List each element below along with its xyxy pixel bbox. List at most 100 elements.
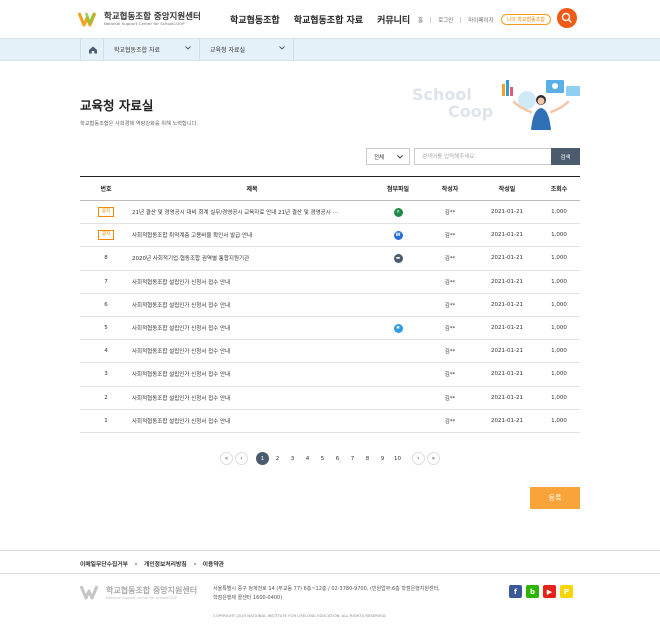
row-views: 1,000	[551, 325, 567, 332]
blog-icon[interactable]: b	[526, 585, 539, 598]
breadcrumb-depth2[interactable]: 교육청 자료실	[200, 39, 294, 60]
footer-link-privacy[interactable]: 개인정보처리방침	[144, 559, 187, 568]
row-views: 1,000	[551, 278, 567, 285]
row-writer: 김**	[444, 233, 456, 240]
footer-logo-subtitle: National Support Center for SchoolCOOP	[106, 595, 178, 600]
footer-link-email-policy[interactable]: 이메일무단수집거부	[80, 559, 128, 568]
home-link[interactable]: 홈	[418, 16, 423, 24]
page-number-button[interactable]: 5	[316, 452, 329, 465]
row-date: 2021-01-21	[491, 348, 523, 355]
pagination: « ‹ 1 2 3 4 5 6 7 8 9 10 › »	[220, 452, 442, 465]
row-writer: 김**	[444, 302, 456, 309]
page-number-button[interactable]: 2	[271, 452, 284, 465]
header-search-button[interactable]	[557, 8, 577, 28]
row-number: 5	[104, 325, 108, 332]
visual-watermark: School Coop	[412, 85, 494, 121]
folder-file-icon[interactable]: ▬	[393, 253, 403, 263]
facebook-icon[interactable]: f	[509, 585, 522, 598]
page-number-button[interactable]: 3	[286, 452, 299, 465]
table-row[interactable]: 공지 사회적협동조합 취약계층 고용비율 확인서 발급 안내 W 김** 2021-01…	[80, 224, 580, 248]
chevron-down-icon	[397, 155, 403, 159]
search-input[interactable]	[414, 148, 552, 165]
nav-item-school-coop-data[interactable]: 학교협동조합 자료	[294, 13, 363, 26]
table-body: 공지 21년 결산 및 경영공시 대비 회계 실무/경영공시 교육자료 안내 21…	[80, 201, 580, 433]
footer-copyright: COPYRIGHT 2019 NATIONAL INSTITUTE FOR LI…	[213, 613, 387, 618]
table-row[interactable]: 2 사회적협동조합 설립인가 신청서 접수 안내 김** 2021-01-21 1,00…	[80, 387, 580, 410]
breadcrumb-home[interactable]	[80, 39, 104, 60]
row-views: 1,000	[551, 209, 567, 216]
row-number: 7	[104, 278, 108, 285]
row-writer: 김**	[444, 395, 456, 402]
word-file-icon[interactable]: W	[393, 230, 403, 240]
row-views: 1,000	[551, 371, 567, 378]
row-title-link[interactable]: 2020년 사회적기업·협동조합 권역별 통합지원기관	[132, 254, 372, 262]
row-views: 1,000	[551, 348, 567, 355]
row-number: 6	[104, 301, 108, 308]
row-views: 1,000	[551, 255, 567, 262]
row-date: 2021-01-21	[491, 371, 523, 378]
prev-page-button[interactable]: ‹	[235, 452, 248, 465]
row-date: 2021-01-21	[491, 301, 523, 308]
header-title: 제목	[246, 186, 258, 193]
image-file-icon[interactable]: ✱	[393, 323, 403, 333]
row-title-link[interactable]: 사회적협동조합 설립인가 신청서 접수 안내	[132, 394, 372, 402]
table-row[interactable]: 7 사회적협동조합 설립인가 신청서 접수 안내 김** 2021-01-21 1,00…	[80, 271, 580, 294]
header-writer: 작성자	[441, 186, 459, 193]
register-button[interactable]: 등록	[530, 487, 580, 509]
row-title-link[interactable]: 사회적협동조합 취약계층 고용비율 확인서 발급 안내	[132, 231, 372, 239]
row-views: 1,000	[551, 417, 567, 424]
page-number-button[interactable]: 10	[391, 452, 404, 465]
page-number-button[interactable]: 9	[376, 452, 389, 465]
nav-item-community[interactable]: 커뮤니티	[377, 13, 410, 26]
table-row[interactable]: 4 사회적협동조합 설립인가 신청서 접수 안내 김** 2021-01-21 1,00…	[80, 340, 580, 364]
row-title-link[interactable]: 사회적협동조합 설립인가 신청서 접수 안내	[132, 370, 372, 378]
login-link[interactable]: 로그인	[438, 16, 453, 24]
row-date: 2021-01-21	[491, 278, 523, 285]
header: 학교협동조합 중앙지원센터 National Support Center fo…	[0, 0, 660, 38]
page-description: 학교협동조합은 사회경제 역량강화를 위해 노력합니다.	[80, 121, 199, 127]
table-row[interactable]: 공지 21년 결산 및 경영공시 대비 회계 실무/경영공시 교육자료 안내 21…	[80, 201, 580, 225]
table-row[interactable]: 8 2020년 사회적기업·협동조합 권역별 통합지원기관 ▬ 김** 2021-01-…	[80, 247, 580, 271]
site-logo[interactable]: 학교협동조합 중앙지원센터 National Support Center fo…	[77, 10, 201, 28]
row-title-link[interactable]: 사회적협동조합 설립인가 신청서 접수 안내	[132, 417, 372, 425]
my-coop-button[interactable]: 나의 학교협동조합	[500, 14, 551, 25]
page-number-button[interactable]: 8	[361, 452, 374, 465]
search-category-select[interactable]: 전체	[366, 148, 410, 165]
row-writer: 김**	[444, 279, 456, 286]
youtube-icon[interactable]: ▶	[543, 585, 556, 598]
page-number-button[interactable]: 4	[301, 452, 314, 465]
row-title-link[interactable]: 사회적협동조합 설립인가 신청서 접수 안내	[132, 324, 372, 332]
mypage-link[interactable]: 마이페이지	[468, 16, 493, 24]
table-row[interactable]: 5 사회적협동조합 설립인가 신청서 접수 안내 ✱ 김** 2021-01-21 1,0…	[80, 317, 580, 341]
first-page-button[interactable]: «	[220, 452, 233, 465]
next-page-button[interactable]: ›	[412, 452, 425, 465]
breadcrumb-depth1-label: 학교협동조합 자료	[114, 47, 161, 54]
page-number-button[interactable]: 7	[346, 452, 359, 465]
row-writer: 김**	[444, 256, 456, 263]
kakao-icon[interactable]: P	[560, 585, 573, 598]
row-views: 1,000	[551, 394, 567, 401]
footer-logo-title: 학교협동조합 중앙지원센터	[106, 585, 198, 595]
page-number-button[interactable]: 1	[256, 452, 269, 465]
footer-logo: 학교협동조합 중앙지원센터 National Support Center fo…	[80, 583, 197, 601]
row-title-link[interactable]: 사회적협동조합 설립인가 신청서 접수 안내	[132, 347, 372, 355]
row-title-link[interactable]: 사회적협동조합 설립인가 신청서 접수 안내	[132, 301, 372, 309]
search-button[interactable]: 검색	[551, 148, 580, 165]
row-attachment: W	[372, 230, 424, 240]
nav-item-school-coop[interactable]: 학교협동조합	[230, 13, 280, 26]
page-number-button[interactable]: 6	[331, 452, 344, 465]
row-title-link[interactable]: 21년 결산 및 경영공시 대비 회계 실무/경영공시 교육자료 안내 21년 …	[132, 208, 372, 216]
breadcrumb-depth1[interactable]: 학교협동조합 자료	[104, 39, 200, 60]
row-date: 2021-01-21	[491, 232, 523, 239]
notice-badge: 공지	[97, 207, 115, 218]
table-row[interactable]: 1 사회적협동조합 설립인가 신청서 접수 안내 김** 2021-01-21 1,00…	[80, 410, 580, 433]
board-table: 번호 제목 첨부파일 작성자 작성일 조회수 공지 21년 결산 및 경영공시 대…	[80, 176, 580, 433]
table-row[interactable]: 3 사회적협동조합 설립인가 신청서 접수 안내 김** 2021-01-21 1,00…	[80, 363, 580, 387]
row-title-link[interactable]: 사회적협동조합 설립인가 신청서 접수 안내	[132, 278, 372, 286]
table-row[interactable]: 6 사회적협동조합 설립인가 신청서 접수 안내 김** 2021-01-21 1,00…	[80, 294, 580, 317]
row-views: 1,000	[551, 232, 567, 239]
last-page-button[interactable]: »	[427, 452, 440, 465]
excel-file-icon[interactable]: ✕	[393, 207, 403, 217]
row-writer: 김**	[444, 349, 456, 356]
footer-link-terms[interactable]: 이용약관	[203, 559, 224, 568]
